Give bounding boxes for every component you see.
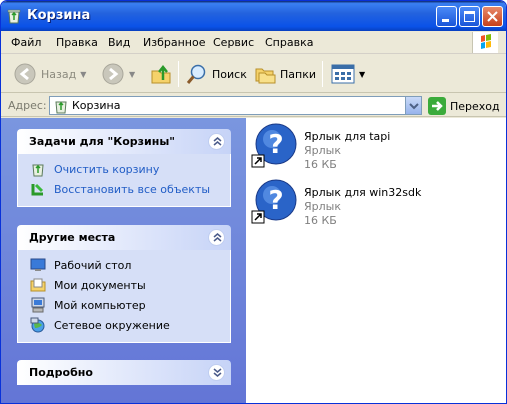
menu-bar: Файл Правка Вид Избранное Сервис Справка bbox=[1, 31, 506, 54]
back-dropdown-icon[interactable]: ▼ bbox=[80, 70, 86, 79]
file-name: Ярлык для tapi bbox=[304, 130, 391, 143]
my-computer-icon bbox=[31, 297, 45, 313]
forward-dropdown-icon[interactable]: ▼ bbox=[129, 70, 135, 79]
file-name: Ярлык для win32sdk bbox=[304, 186, 422, 199]
maximize-button[interactable] bbox=[459, 6, 480, 27]
menu-tools[interactable]: Сервис bbox=[213, 36, 254, 49]
other-places-panel-body: Рабочий стол Мои документы Мой компьютер… bbox=[17, 250, 231, 343]
go-label: Переход bbox=[450, 99, 500, 113]
file-item[interactable]: ? Ярлык для win32sdk Ярлык 16 КБ bbox=[251, 178, 491, 230]
place-label: Мой компьютер bbox=[54, 299, 146, 312]
menu-edit[interactable]: Правка bbox=[56, 36, 98, 49]
shortcut-help-icon: ? bbox=[251, 179, 297, 224]
menu-favorites[interactable]: Избранное bbox=[143, 36, 205, 49]
details-panel-header[interactable]: Подробно bbox=[17, 360, 231, 385]
shortcut-help-icon: ? bbox=[251, 123, 297, 168]
place-my-documents[interactable]: Мои документы bbox=[18, 276, 230, 296]
other-places-panel: Другие места Рабочий стол Мои документы … bbox=[17, 225, 231, 343]
windows-logo bbox=[472, 32, 498, 53]
chevron-up-double-icon bbox=[213, 137, 222, 146]
search-label: Поиск bbox=[212, 67, 247, 81]
toolbar-separator bbox=[178, 61, 179, 87]
tasks-panel-title: Задачи для "Корзины" bbox=[29, 135, 175, 148]
title-bar[interactable]: Корзина bbox=[1, 1, 506, 31]
place-label: Сетевое окружение bbox=[54, 319, 170, 332]
task-pane: Задачи для "Корзины" Очистить корзину Во… bbox=[1, 118, 246, 403]
place-label: Мои документы bbox=[54, 279, 146, 292]
close-icon bbox=[487, 11, 498, 22]
forward-button[interactable]: ▼ bbox=[101, 61, 135, 87]
explorer-window: Корзина Файл Правка Вид Избранное Сервис… bbox=[0, 0, 507, 404]
file-type: Ярлык bbox=[304, 144, 341, 157]
file-item[interactable]: ? Ярлык для tapi Ярлык 16 КБ bbox=[251, 122, 491, 174]
folders-button[interactable]: Папки bbox=[254, 61, 316, 87]
standard-toolbar: Назад ▼ ▼ Поиск Папки ▼ bbox=[1, 55, 506, 93]
back-label: Назад bbox=[41, 67, 77, 81]
folders-label: Папки bbox=[280, 67, 316, 81]
folders-icon bbox=[255, 68, 276, 84]
menu-file[interactable]: Файл bbox=[11, 36, 41, 49]
my-documents-icon bbox=[30, 278, 46, 292]
collapse-button[interactable] bbox=[208, 133, 225, 150]
window-title: Корзина bbox=[27, 8, 91, 23]
empty-recycle-bin-icon bbox=[32, 164, 44, 177]
address-input[interactable]: Корзина bbox=[49, 96, 422, 115]
address-bar: Адрес: Корзина Переход bbox=[1, 93, 506, 117]
place-my-computer[interactable]: Мой компьютер bbox=[18, 296, 230, 316]
close-button[interactable] bbox=[482, 6, 503, 27]
views-dropdown-icon[interactable]: ▼ bbox=[359, 70, 365, 79]
address-dropdown-button[interactable] bbox=[405, 97, 421, 114]
desktop-icon bbox=[30, 258, 46, 271]
restore-icon bbox=[31, 183, 44, 196]
views-button[interactable]: ▼ bbox=[331, 61, 365, 87]
menu-help[interactable]: Справка bbox=[265, 36, 313, 49]
content-area: Задачи для "Корзины" Очистить корзину Во… bbox=[1, 118, 506, 403]
file-size: 16 КБ bbox=[304, 214, 337, 227]
collapse-button[interactable] bbox=[208, 229, 225, 246]
windows-flag-icon bbox=[481, 34, 491, 49]
chevron-up-double-icon bbox=[213, 233, 222, 242]
chevron-down-icon bbox=[409, 103, 419, 110]
tasks-panel: Задачи для "Корзины" Очистить корзину Во… bbox=[17, 129, 231, 207]
search-button[interactable]: Поиск bbox=[186, 61, 247, 87]
task-label: Очистить корзину bbox=[54, 163, 160, 176]
minimize-button[interactable] bbox=[436, 6, 457, 27]
tasks-panel-header[interactable]: Задачи для "Корзины" bbox=[17, 129, 231, 154]
task-restore-all[interactable]: Восстановить все объекты bbox=[18, 180, 230, 200]
file-type: Ярлык bbox=[304, 200, 341, 213]
file-size: 16 КБ bbox=[304, 158, 337, 171]
other-places-panel-title: Другие места bbox=[29, 231, 116, 244]
views-icon bbox=[331, 64, 355, 84]
details-panel: Подробно bbox=[17, 360, 231, 385]
tasks-panel-body: Очистить корзину Восстановить все объект… bbox=[17, 154, 231, 207]
place-label: Рабочий стол bbox=[54, 259, 132, 272]
other-places-panel-header[interactable]: Другие места bbox=[17, 225, 231, 250]
place-desktop[interactable]: Рабочий стол bbox=[18, 256, 230, 276]
go-arrow-icon bbox=[428, 97, 446, 115]
svg-text:?: ? bbox=[268, 186, 283, 216]
task-empty-recycle-bin[interactable]: Очистить корзину bbox=[18, 160, 230, 180]
back-arrow-icon bbox=[14, 63, 36, 85]
details-panel-title: Подробно bbox=[29, 366, 93, 379]
chevron-down-double-icon bbox=[213, 368, 222, 377]
place-network[interactable]: Сетевое окружение bbox=[18, 316, 230, 336]
toolbar-separator bbox=[322, 61, 323, 87]
search-icon bbox=[186, 64, 206, 84]
network-icon bbox=[30, 317, 45, 333]
recycle-bin-icon bbox=[55, 101, 67, 114]
minimize-icon bbox=[442, 19, 449, 22]
svg-text:?: ? bbox=[268, 130, 283, 160]
menu-view[interactable]: Вид bbox=[108, 36, 130, 49]
address-label: Адрес: bbox=[8, 99, 47, 112]
expand-button[interactable] bbox=[208, 364, 225, 381]
forward-arrow-icon bbox=[102, 63, 124, 85]
recycle-bin-icon bbox=[7, 9, 21, 24]
address-value: Корзина bbox=[72, 99, 121, 112]
go-button[interactable]: Переход bbox=[428, 97, 500, 115]
up-folder-button[interactable] bbox=[149, 61, 173, 87]
maximize-icon bbox=[464, 11, 475, 22]
up-folder-icon bbox=[151, 64, 171, 84]
back-button[interactable]: Назад ▼ bbox=[13, 61, 86, 87]
task-label: Восстановить все объекты bbox=[54, 183, 211, 196]
